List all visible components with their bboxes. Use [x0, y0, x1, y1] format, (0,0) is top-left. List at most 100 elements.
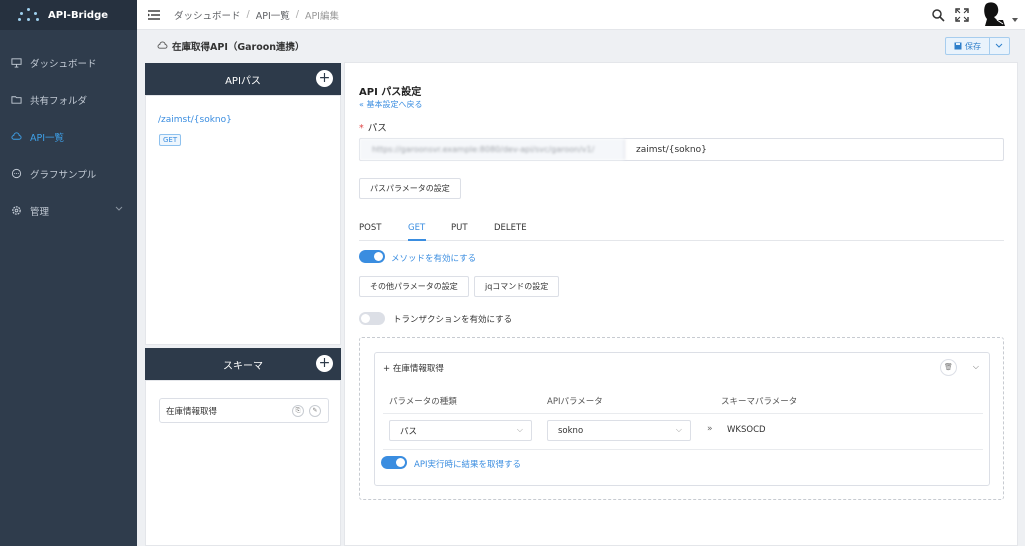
- transaction-toggle[interactable]: [359, 312, 385, 325]
- sidebar-item-label: ダッシュボード: [30, 58, 97, 70]
- add-schema-button[interactable]: +: [316, 355, 333, 372]
- enable-method-toggle[interactable]: [359, 250, 385, 263]
- sidebar-item-shared-folder[interactable]: 共有フォルダ: [0, 81, 137, 118]
- api-editor: API パス設定 « 基本設定へ戻る * パス https://garoonsvr…: [344, 62, 1018, 546]
- api-param-value: sokno: [558, 425, 584, 436]
- page-header: 在庫取得API（Garoon連携） 保存: [137, 31, 1022, 60]
- col-param-type: パラメータの種類: [389, 397, 457, 407]
- breadcrumb-separator: /: [246, 9, 250, 20]
- sidebar-item-admin[interactable]: 管理: [0, 192, 137, 229]
- chevron-down-icon: [115, 206, 123, 211]
- path-label-text: パス: [367, 123, 387, 134]
- app-logo[interactable]: API-Bridge: [0, 0, 137, 30]
- chevron-down-icon: ⌵: [516, 425, 523, 434]
- double-chevron-right-icon: »: [707, 424, 713, 434]
- search-icon[interactable]: [931, 8, 945, 22]
- toggle-knob: [361, 314, 370, 323]
- sidebar-item-label: 共有フォルダ: [30, 95, 88, 107]
- active-tab-indicator: [408, 239, 426, 241]
- cloud-icon: [11, 132, 22, 140]
- breadcrumb-separator: /: [295, 9, 299, 20]
- sidebar-item-label: 管理: [30, 206, 50, 218]
- sidebar-item-label: API一覧: [30, 132, 65, 144]
- app-name: API-Bridge: [48, 9, 109, 21]
- api-path-panel: /zaimst/{sokno} GET: [145, 95, 341, 345]
- page-title-text: 在庫取得API（Garoon連携）: [172, 41, 305, 53]
- other-params-button[interactable]: その他パラメータの設定: [359, 276, 469, 297]
- mapping-card: + 在庫情報取得 🗑 ⌵ パラメータの種類 APIパラメータ スキーマパラメータ…: [374, 352, 990, 486]
- avatar[interactable]: [979, 1, 1007, 29]
- col-api-param: APIパラメータ: [547, 397, 603, 407]
- method-badge: GET: [159, 134, 182, 146]
- toggle-knob: [396, 458, 405, 467]
- jq-command-button[interactable]: jqコマンドの設定: [474, 276, 560, 297]
- mapping-card-title: + 在庫情報取得: [383, 362, 444, 374]
- path-input[interactable]: zaimst/{sokno}: [625, 139, 1003, 160]
- section-title: API パス設定: [359, 87, 422, 98]
- sidebar-item-label: グラフサンプル: [30, 169, 97, 181]
- api-path-panel-header: APIパス +: [145, 63, 341, 95]
- param-type-select[interactable]: パス ⌵: [389, 420, 532, 441]
- schema-panel-title: スキーマ: [223, 360, 263, 372]
- path-input-group: https://garoonsvr.example:8080/dev-api/s…: [359, 138, 1004, 161]
- mapping-dropzone: + 在庫情報取得 🗑 ⌵ パラメータの種類 APIパラメータ スキーマパラメータ…: [359, 337, 1004, 500]
- folder-icon: [11, 96, 22, 104]
- schema-item[interactable]: 在庫情報取得 ⎘ ✎: [159, 398, 329, 423]
- api-path-link[interactable]: /zaimst/{sokno}: [158, 115, 232, 125]
- tab-put[interactable]: PUT: [451, 223, 468, 233]
- method-tabs: POST GET PUT DELETE: [359, 219, 1004, 241]
- sidebar-item-graph-sample[interactable]: グラフサンプル: [0, 155, 137, 192]
- schema-panel: 在庫情報取得 ⎘ ✎: [145, 380, 341, 546]
- breadcrumb: ダッシュボード / API一覧 / API編集: [174, 8, 339, 22]
- toggle-knob: [374, 252, 383, 261]
- chevron-down-icon[interactable]: ⌵: [973, 362, 979, 372]
- monitor-icon: [11, 58, 22, 68]
- chevron-down-icon: [996, 43, 1003, 48]
- plus-icon: +: [383, 364, 391, 374]
- gear-icon: [12, 206, 21, 215]
- back-to-basic-settings-link[interactable]: « 基本設定へ戻る: [359, 99, 422, 110]
- mapping-card-title-text: 在庫情報取得: [392, 364, 444, 374]
- save-icon: [954, 42, 962, 50]
- tab-post[interactable]: POST: [359, 223, 381, 233]
- param-type-value: パス: [400, 426, 418, 437]
- caret-down-icon[interactable]: [1011, 16, 1019, 24]
- breadcrumb-dashboard[interactable]: ダッシュボード: [174, 8, 241, 22]
- schema-param-value: WKSOCD: [727, 425, 766, 435]
- schema-item-label: 在庫情報取得: [166, 406, 218, 417]
- divider: [383, 413, 983, 414]
- sidebar: API-Bridge ダッシュボード 共有フォルダ API一覧 グラフサンプル …: [0, 0, 137, 546]
- fullscreen-icon[interactable]: [955, 8, 969, 22]
- breadcrumb-api-list[interactable]: API一覧: [256, 8, 290, 22]
- enable-method-label: メソッドを有効にする: [391, 254, 477, 264]
- fetch-result-toggle[interactable]: [381, 456, 407, 469]
- menu-toggle-icon[interactable]: [148, 9, 160, 20]
- back-link-label: 基本設定へ戻る: [366, 100, 423, 109]
- edit-icon[interactable]: ✎: [309, 405, 321, 417]
- required-mark: *: [359, 123, 364, 134]
- double-chevron-left-icon: «: [359, 100, 364, 109]
- fetch-result-label: API実行時に結果を取得する: [414, 460, 521, 470]
- api-param-select[interactable]: sokno ⌵: [547, 420, 691, 441]
- chevron-down-icon: ⌵: [675, 425, 682, 434]
- logo-icon: [18, 8, 40, 22]
- divider: [383, 449, 983, 450]
- top-actions: [931, 0, 1025, 30]
- tab-delete[interactable]: DELETE: [494, 223, 527, 233]
- add-api-path-button[interactable]: +: [316, 70, 333, 87]
- save-button[interactable]: 保存: [945, 37, 1010, 55]
- col-schema-param: スキーマパラメータ: [721, 397, 798, 407]
- sidebar-item-dashboard[interactable]: ダッシュボード: [0, 44, 137, 81]
- schema-panel-header: スキーマ +: [145, 348, 341, 380]
- tab-get[interactable]: GET: [408, 223, 425, 233]
- sidebar-item-api-list[interactable]: API一覧: [0, 118, 137, 155]
- save-main-button[interactable]: 保存: [946, 41, 989, 52]
- trash-icon[interactable]: 🗑: [940, 359, 957, 376]
- save-dropdown-toggle[interactable]: [988, 38, 1009, 54]
- copy-icon[interactable]: ⎘: [292, 405, 304, 417]
- transaction-label: トランザクションを有効にする: [393, 315, 513, 325]
- breadcrumb-api-edit: API編集: [304, 10, 339, 22]
- path-param-settings-button[interactable]: パスパラメータの設定: [359, 178, 461, 199]
- api-path-panel-title: APIパス: [225, 75, 261, 87]
- url-prefix: https://garoonsvr.example:8080/dev-api/s…: [360, 139, 625, 160]
